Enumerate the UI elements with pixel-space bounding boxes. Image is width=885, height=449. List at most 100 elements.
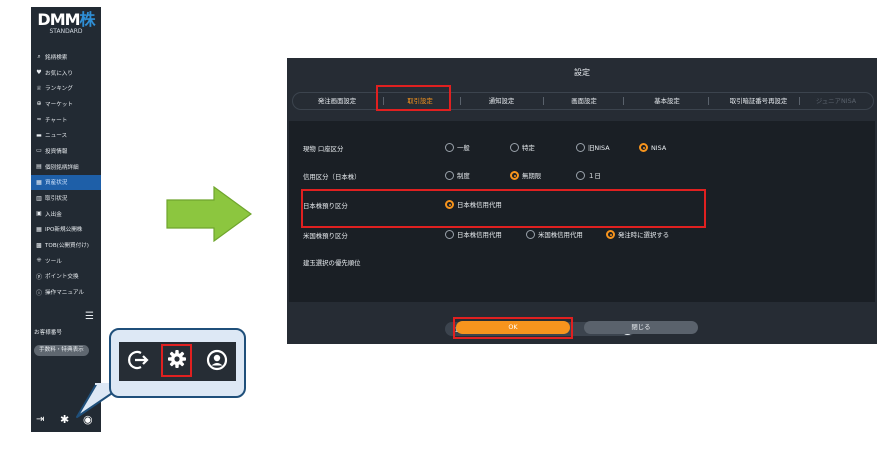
radio-option[interactable]: 日本株信用代用 — [445, 200, 502, 209]
point-icon: ⓟ — [35, 273, 42, 281]
list-icon: ▥ — [36, 194, 42, 202]
setting-row-label: 建玉選択の優先順位 — [303, 259, 361, 267]
fee-benefit-button[interactable]: 手数料・特典表示 — [34, 345, 89, 356]
tab-divider — [460, 97, 461, 105]
help-icon: ⓘ — [35, 289, 42, 297]
callout-toolbar — [119, 342, 236, 381]
sidebar-item[interactable]: ⁜ ツール — [31, 253, 101, 269]
logo-kabu: 株 — [79, 10, 96, 29]
globe-icon: ⊕ — [36, 100, 42, 108]
right-arrow-icon — [166, 186, 252, 242]
radio-option[interactable]: 米国株信用代用 — [526, 230, 583, 239]
radio-button[interactable] — [526, 230, 535, 239]
sidebar-item-label: 資産状況 — [45, 180, 68, 187]
settings-tab[interactable]: 通知設定 — [462, 93, 541, 109]
radio-label: 一般 — [457, 144, 470, 152]
settings-tab[interactable]: ジュニアNISA — [801, 93, 871, 109]
sidebar-item-label: ツール — [45, 258, 62, 265]
sidebar-item[interactable]: ▦ IPO新規公開株 — [31, 222, 101, 238]
sidebar: DMM株 STANDARD ⌕ 銘柄検索 ♥ お気に入り ♕ ランキング ⊕ マーケット ≈ チャ… — [31, 7, 101, 432]
settings-tab[interactable]: 発注画面設定 — [296, 93, 378, 109]
account-icon — [204, 349, 230, 375]
sidebar-item-label: 個別銘柄詳細 — [45, 164, 79, 171]
sidebar-item[interactable]: ▤ 個別銘柄詳細 — [31, 159, 101, 175]
radio-button[interactable] — [445, 171, 454, 180]
sidebar-item-label: 取引状況 — [45, 196, 68, 203]
sidebar-item[interactable]: ▣ 入出金 — [31, 206, 101, 222]
collapse-sidebar-icon[interactable]: ☰ — [85, 311, 94, 322]
monitor-icon: ▭ — [36, 147, 42, 155]
ipo-icon: ▦ — [36, 225, 42, 233]
radio-option[interactable]: １日 — [576, 171, 601, 180]
customer-number-label: お客様番号 — [34, 330, 62, 336]
tob-icon: ▩ — [36, 241, 42, 249]
sidebar-item-label: TOB(公開買付け) — [45, 243, 89, 250]
sidebar-item-label: ポイント交換 — [45, 274, 79, 281]
sidebar-menu: ⌕ 銘柄検索 ♥ お気に入り ♕ ランキング ⊕ マーケット ≈ チャート ▬ ニュース ▭ 投資情報 ▤ 個… — [31, 49, 101, 300]
search-icon: ⌕ — [37, 52, 41, 60]
sidebar-item-label: 投資情報 — [45, 148, 68, 155]
radio-option[interactable]: 発注時に選択する — [606, 230, 669, 239]
radio-option[interactable]: 制度 — [445, 171, 470, 180]
radio-label: 特定 — [522, 144, 535, 152]
sidebar-item[interactable]: ♥ お気に入り — [31, 65, 101, 81]
radio-label: 制度 — [457, 172, 470, 180]
radio-button[interactable] — [576, 143, 585, 152]
sidebar-item-label: 銘柄検索 — [45, 54, 68, 61]
settings-panel: 現物 口座区分 一般 特定 旧NISA NISA 信用区分（日本株） 制度 無期限 １日日本株預… — [289, 121, 875, 336]
radio-option[interactable]: NISA — [639, 143, 666, 152]
logout-icon[interactable]: ⇥ — [36, 414, 44, 425]
radio-option[interactable]: 旧NISA — [576, 143, 610, 152]
radio-label: 無期限 — [522, 172, 542, 180]
trade-settings-tab-highlight — [376, 85, 451, 111]
radio-button[interactable] — [445, 230, 454, 239]
logo-brand: DMM — [37, 10, 80, 29]
tab-divider — [708, 97, 709, 105]
ok-button[interactable]: OK — [456, 321, 570, 334]
radio-label: NISA — [651, 143, 667, 152]
sidebar-item[interactable]: ▩ TOB(公開買付け) — [31, 237, 101, 253]
sidebar-item[interactable]: ⊕ マーケット — [31, 96, 101, 112]
close-button[interactable]: 閉じる — [584, 321, 698, 334]
radio-button[interactable] — [576, 171, 585, 180]
sidebar-item[interactable]: ⓘ 操作マニュアル — [31, 284, 101, 300]
radio-button[interactable] — [510, 171, 519, 180]
radio-button[interactable] — [606, 230, 615, 239]
setting-row-label: 日本株預り区分 — [303, 202, 348, 210]
setting-row-label: 現物 口座区分 — [303, 145, 344, 153]
radio-button[interactable] — [639, 143, 648, 152]
sidebar-item-label: マーケット — [45, 101, 73, 108]
settings-tab[interactable]: 取引暗証番号再設定 — [710, 93, 807, 109]
radio-option[interactable]: 日本株信用代用 — [445, 230, 502, 239]
dialog-title: 設定 — [574, 68, 590, 77]
sidebar-item[interactable]: ▭ 投資情報 — [31, 143, 101, 159]
radio-button[interactable] — [510, 143, 519, 152]
sidebar-item-label: 入出金 — [45, 211, 62, 218]
sidebar-item[interactable]: ≈ チャート — [31, 112, 101, 128]
radio-button[interactable] — [445, 143, 454, 152]
radio-label: 米国株信用代用 — [538, 231, 583, 239]
sidebar-item[interactable]: ⓟ ポイント交換 — [31, 269, 101, 285]
tab-divider — [799, 97, 800, 105]
sidebar-item[interactable]: ▬ ニュース — [31, 127, 101, 143]
setting-row-label: 米国株預り区分 — [303, 232, 348, 240]
sidebar-item-label: 操作マニュアル — [45, 290, 84, 297]
settings-tab[interactable]: 画面設定 — [545, 93, 623, 109]
tab-divider — [543, 97, 544, 105]
sidebar-item[interactable]: ▥ 取引状況 — [31, 190, 101, 206]
sidebar-item[interactable]: ⌕ 銘柄検索 — [31, 49, 101, 65]
radio-label: 日本株信用代用 — [457, 201, 502, 209]
logo: DMM株 STANDARD — [31, 12, 101, 36]
sidebar-item-label: ニュース — [45, 133, 68, 140]
sidebar-item[interactable]: ♕ ランキング — [31, 80, 101, 96]
radio-button[interactable] — [445, 200, 454, 209]
setting-row-label: 信用区分（日本株） — [303, 173, 361, 181]
radio-option[interactable]: 無期限 — [510, 171, 541, 180]
gear-icon[interactable]: ✱ — [60, 413, 69, 426]
settings-dialog: 設定 発注画面設定 取引設定 通知設定 画面設定 基本設定 取引暗証番号再設定 ジュニアNI… — [287, 58, 877, 344]
settings-tab[interactable]: 基本設定 — [625, 93, 709, 109]
radio-option[interactable]: 一般 — [445, 143, 470, 152]
radio-option[interactable]: 特定 — [510, 143, 535, 152]
sidebar-item[interactable]: ▦ 資産状況 — [31, 174, 101, 191]
radio-label: 旧NISA — [588, 144, 610, 152]
